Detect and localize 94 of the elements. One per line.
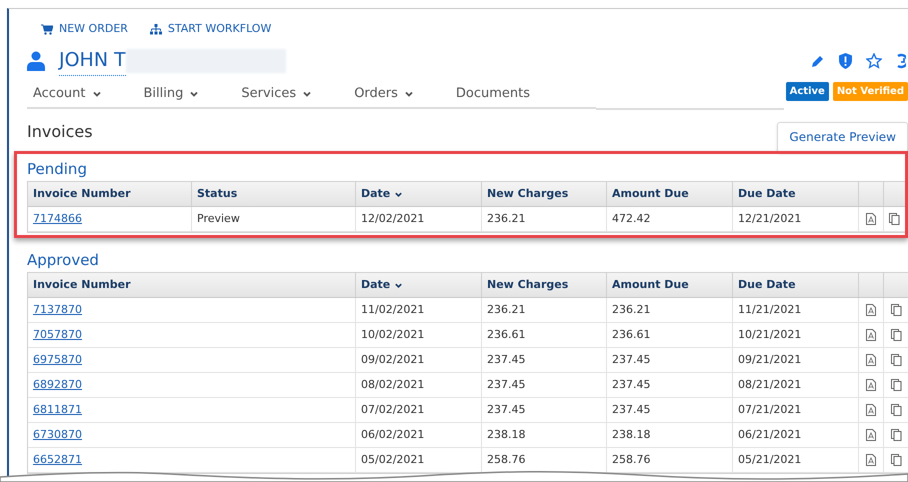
- pdf-file-icon[interactable]: [866, 379, 876, 391]
- table-cell-text: 472.42: [612, 210, 650, 227]
- table-cell-text: 08/21/2021: [738, 376, 802, 393]
- sitemap-icon: [150, 24, 162, 34]
- table-cell-text: 237.45: [612, 402, 650, 418]
- page-title: Invoices: [27, 121, 93, 143]
- table-cell-text: 05/21/2021: [738, 452, 802, 468]
- table-cell-text: 258.76: [612, 452, 650, 468]
- table-cell-text: 08/02/2021: [361, 376, 424, 393]
- table-cell-text: 10/02/2021: [361, 326, 424, 343]
- invoice-link[interactable]: 6811871: [33, 402, 82, 418]
- table-cell-text: 05/02/2021: [361, 452, 424, 468]
- table-cell-text: 237.45: [487, 352, 526, 368]
- chevron-down-icon: [404, 89, 414, 99]
- table-cell-text: 12/02/2021: [361, 210, 424, 227]
- section-title: Pending: [27, 158, 88, 180]
- table-cell-text: 238.18: [612, 426, 650, 443]
- invoice-link[interactable]: 6975870: [33, 352, 82, 368]
- invoice-link[interactable]: 7174866: [33, 210, 82, 228]
- nav-tab[interactable]: Services: [235, 84, 318, 104]
- nav-tab[interactable]: Account: [27, 84, 108, 104]
- column-header: Amount Due: [612, 186, 689, 202]
- chevron-down-icon: [394, 280, 404, 290]
- shield-icon[interactable]: [839, 53, 852, 69]
- column-header: Invoice Number: [33, 186, 130, 202]
- nav-tab[interactable]: Documents: [450, 84, 536, 104]
- column-header: New Charges: [487, 186, 568, 202]
- table-cell-text: 10/21/2021: [738, 326, 802, 343]
- nav-tab[interactable]: Billing: [138, 84, 206, 104]
- pencil-icon[interactable]: [810, 54, 825, 68]
- user-icon: [27, 51, 45, 71]
- copy-icon[interactable]: [890, 304, 902, 316]
- table-cell-text: 237.45: [487, 402, 526, 418]
- table-cell-text: 236.21: [612, 302, 650, 318]
- table-cell-text: 238.18: [487, 426, 526, 443]
- column-header[interactable]: Date: [361, 276, 404, 294]
- pdf-file-icon[interactable]: [866, 429, 876, 441]
- table-cell-text: 07/21/2021: [738, 402, 802, 418]
- chevron-down-icon: [302, 89, 312, 99]
- status-badge: Not Verified: [832, 82, 908, 100]
- chevron-down-icon: [92, 89, 102, 99]
- generate-preview-button[interactable]: Generate Preview: [777, 122, 908, 152]
- pdf-file-icon[interactable]: [866, 354, 876, 366]
- nav-tab[interactable]: Orders: [348, 84, 420, 104]
- copy-icon[interactable]: [889, 213, 900, 225]
- table-cell-text: 06/21/2021: [738, 426, 802, 443]
- pdf-file-icon[interactable]: [866, 404, 876, 416]
- table-cell-text: 237.45: [612, 352, 650, 368]
- copy-icon[interactable]: [890, 379, 902, 391]
- pdf-file-icon[interactable]: [866, 329, 876, 341]
- table-cell-text: Preview: [197, 210, 240, 227]
- table-cell-text: 236.61: [487, 326, 526, 343]
- column-header: Due Date: [738, 186, 796, 202]
- copy-icon[interactable]: [890, 404, 902, 416]
- invoice-link[interactable]: 6892870: [33, 376, 82, 394]
- section-title: Approved: [27, 250, 100, 271]
- invoice-link[interactable]: 7057870: [33, 326, 82, 344]
- table-cell-text: 237.45: [612, 376, 650, 393]
- history-icon[interactable]: [896, 53, 906, 69]
- chevron-down-icon: [394, 190, 404, 198]
- column-header: Amount Due: [612, 276, 689, 293]
- copy-icon[interactable]: [890, 354, 902, 366]
- invoice-link[interactable]: 6730870: [33, 426, 82, 444]
- cart-icon: [41, 24, 53, 34]
- status-badge: Active: [786, 82, 829, 100]
- table-cell-text: 11/21/2021: [738, 302, 802, 318]
- table-cell-text: 09/02/2021: [361, 352, 424, 368]
- copy-icon[interactable]: [890, 429, 902, 441]
- table-cell-text: 06/02/2021: [361, 426, 424, 443]
- table-cell-text: 258.76: [487, 452, 526, 468]
- copy-icon[interactable]: [890, 454, 902, 466]
- toolbar-link[interactable]: NEW ORDER: [41, 20, 128, 38]
- table-cell-text: 12/21/2021: [738, 210, 802, 227]
- column-header: Invoice Number: [33, 276, 130, 293]
- table-cell-text: 11/02/2021: [361, 302, 424, 318]
- column-header[interactable]: Date: [361, 186, 404, 202]
- table-cell-text: 236.21: [487, 210, 526, 227]
- pdf-file-icon[interactable]: [866, 304, 876, 316]
- copy-icon[interactable]: [890, 329, 902, 341]
- table-cell-text: 236.61: [612, 326, 650, 343]
- table-cell-text: 236.21: [487, 302, 526, 318]
- invoice-link[interactable]: 6652871: [33, 452, 82, 468]
- chevron-down-icon: [189, 89, 200, 99]
- table-cell-text: 07/02/2021: [361, 402, 424, 418]
- star-icon[interactable]: [866, 53, 882, 69]
- invoice-link[interactable]: 7137870: [33, 302, 82, 318]
- pdf-file-icon[interactable]: [866, 454, 876, 466]
- column-header: Due Date: [738, 276, 796, 293]
- column-header: New Charges: [487, 276, 568, 293]
- table-cell-text: 09/21/2021: [738, 352, 802, 368]
- pdf-file-icon[interactable]: [866, 213, 876, 225]
- toolbar-link[interactable]: START WORKFLOW: [150, 20, 272, 38]
- table-cell-text: 237.45: [487, 376, 526, 393]
- column-header: Status: [197, 186, 238, 202]
